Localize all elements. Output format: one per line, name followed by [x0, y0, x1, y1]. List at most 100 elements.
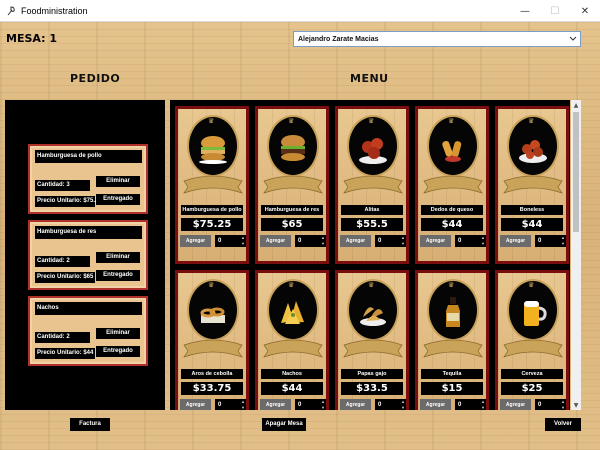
beef-burger-icon: [276, 131, 310, 165]
menu-item-name: Tequila: [421, 369, 483, 379]
crown-icon: ♛: [368, 117, 375, 125]
order-item-name: Nachos: [35, 302, 142, 315]
quantity-value: 0: [458, 238, 462, 244]
quantity-value: 0: [298, 238, 302, 244]
menu-item-price: $44: [261, 382, 323, 395]
quantity-stepper[interactable]: 0 ▲ ▼: [295, 235, 326, 247]
add-button[interactable]: Agregar: [340, 399, 371, 410]
stepper-arrows-icon[interactable]: ▲ ▼: [321, 399, 325, 410]
ribbon-banner: [262, 173, 324, 197]
quantity-stepper[interactable]: 0 ▲ ▼: [375, 399, 406, 410]
stepper-arrows-icon[interactable]: ▲ ▼: [561, 399, 565, 410]
order-section-title: PEDIDO: [70, 72, 121, 85]
crown-icon: ♛: [448, 117, 455, 125]
crown-icon: ♛: [448, 281, 455, 289]
order-item-name: Hamburguesa de res: [35, 226, 142, 239]
quantity-stepper[interactable]: 0 ▲ ▼: [215, 235, 246, 247]
menu-card: ♛ Aros de cebolla $33.75 Agregar 0 ▲ ▼: [175, 270, 249, 410]
potato-wedges-icon: [356, 295, 390, 329]
quantity-value: 0: [218, 402, 222, 408]
chicken-burger-icon: [196, 131, 230, 165]
add-button[interactable]: Agregar: [180, 399, 211, 410]
ribbon-banner: [342, 173, 404, 197]
quantity-value: 0: [458, 402, 462, 408]
tequila-bottle-icon: [436, 295, 470, 329]
add-button[interactable]: Agregar: [420, 399, 451, 410]
stepper-arrows-icon[interactable]: ▲ ▼: [241, 399, 245, 410]
waiter-select[interactable]: Alejandro Zarate Macias: [293, 31, 581, 47]
stepper-arrows-icon[interactable]: ▲ ▼: [401, 235, 405, 247]
quantity-stepper[interactable]: 0 ▲ ▼: [535, 235, 566, 247]
menu-card: ♛ Alitas $55.5 Agregar 0 ▲ ▼: [335, 106, 409, 264]
stepper-arrows-icon[interactable]: ▲ ▼: [241, 235, 245, 247]
order-item: Hamburguesa de pollo Cantidad: 3 Precio …: [28, 144, 148, 214]
add-button[interactable]: Agregar: [260, 235, 291, 247]
crown-icon: ♛: [208, 117, 215, 125]
menu-item-price: $15: [421, 382, 483, 395]
stepper-arrows-icon[interactable]: ▲ ▼: [401, 399, 405, 410]
add-button[interactable]: Agregar: [420, 235, 451, 247]
order-item: Hamburguesa de res Cantidad: 2 Precio Un…: [28, 220, 148, 290]
order-item-quantity: Cantidad: 2: [35, 256, 90, 267]
quantity-stepper[interactable]: 0 ▲ ▼: [535, 399, 566, 410]
add-button[interactable]: Agregar: [500, 399, 531, 410]
menu-panel: ♛ Hamburguesa de pollo $75.25 Agregar 0 ▲ ▼ ♛ Ha…: [170, 100, 570, 410]
menu-card: ♛ Cerveza $25 Agregar 0 ▲ ▼: [495, 270, 569, 410]
quantity-value: 0: [378, 238, 382, 244]
menu-item-price: $55.5: [341, 218, 403, 231]
delete-button[interactable]: Eliminar: [96, 252, 140, 263]
crown-icon: ♛: [288, 117, 295, 125]
quantity-stepper[interactable]: 0 ▲ ▼: [215, 399, 246, 410]
minimize-button[interactable]: —: [510, 0, 540, 22]
add-button[interactable]: Agregar: [500, 235, 531, 247]
maximize-button[interactable]: ☐: [540, 0, 570, 22]
delete-button[interactable]: Eliminar: [96, 328, 140, 339]
waiter-selected-value: Alejandro Zarate Macias: [298, 35, 379, 43]
menu-section-title: MENU: [350, 72, 389, 85]
stepper-arrows-icon[interactable]: ▲ ▼: [561, 235, 565, 247]
close-button[interactable]: ✕: [570, 0, 600, 22]
delivered-button[interactable]: Entregado: [96, 194, 140, 205]
ribbon-banner: [342, 337, 404, 361]
scroll-up-icon[interactable]: ▲: [571, 100, 581, 110]
menu-item-price: $25: [501, 382, 563, 395]
order-item-unit-price: Precio Unitario: $44: [35, 348, 95, 359]
scroll-down-icon[interactable]: ▼: [571, 400, 581, 410]
stepper-arrows-icon[interactable]: ▲ ▼: [481, 235, 485, 247]
quantity-stepper[interactable]: 0 ▲ ▼: [295, 399, 326, 410]
add-button[interactable]: Agregar: [180, 235, 211, 247]
stepper-arrows-icon[interactable]: ▲ ▼: [481, 399, 485, 410]
delivered-button[interactable]: Entregado: [96, 346, 140, 357]
ribbon-banner: [422, 173, 484, 197]
nachos-icon: [276, 295, 310, 329]
quantity-value: 0: [538, 238, 542, 244]
quantity-value: 0: [218, 238, 222, 244]
quantity-stepper[interactable]: 0 ▲ ▼: [455, 399, 486, 410]
menu-card: ♛ Dedos de queso $44 Agregar 0 ▲ ▼: [415, 106, 489, 264]
crown-icon: ♛: [288, 281, 295, 289]
delivered-button[interactable]: Entregado: [96, 270, 140, 281]
stepper-arrows-icon[interactable]: ▲ ▼: [321, 235, 325, 247]
back-button[interactable]: Volver: [545, 418, 581, 431]
menu-item-price: $75.25: [181, 218, 243, 231]
crown-icon: ♛: [368, 281, 375, 289]
quantity-stepper[interactable]: 0 ▲ ▼: [375, 235, 406, 247]
app-icon: [4, 4, 18, 18]
add-button[interactable]: Agregar: [340, 235, 371, 247]
quantity-stepper[interactable]: 0 ▲ ▼: [455, 235, 486, 247]
scroll-thumb[interactable]: [573, 112, 579, 232]
ribbon-banner: [502, 173, 564, 197]
quantity-value: 0: [298, 402, 302, 408]
menu-scrollbar[interactable]: ▲ ▼: [571, 100, 581, 410]
order-item: Nachos Cantidad: 2 Precio Unitario: $44 …: [28, 296, 148, 366]
chevron-down-icon[interactable]: [568, 34, 578, 44]
onion-rings-icon: [196, 295, 230, 329]
close-table-button[interactable]: Apagar Mesa: [262, 418, 306, 431]
order-item-unit-price: Precio Unitario: $65: [35, 272, 95, 283]
add-button[interactable]: Agregar: [260, 399, 291, 410]
menu-item-price: $44: [501, 218, 563, 231]
invoice-button[interactable]: Factura: [70, 418, 110, 431]
delete-button[interactable]: Eliminar: [96, 176, 140, 187]
menu-item-name: Dedos de queso: [421, 205, 483, 215]
menu-item-name: Alitas: [341, 205, 403, 215]
